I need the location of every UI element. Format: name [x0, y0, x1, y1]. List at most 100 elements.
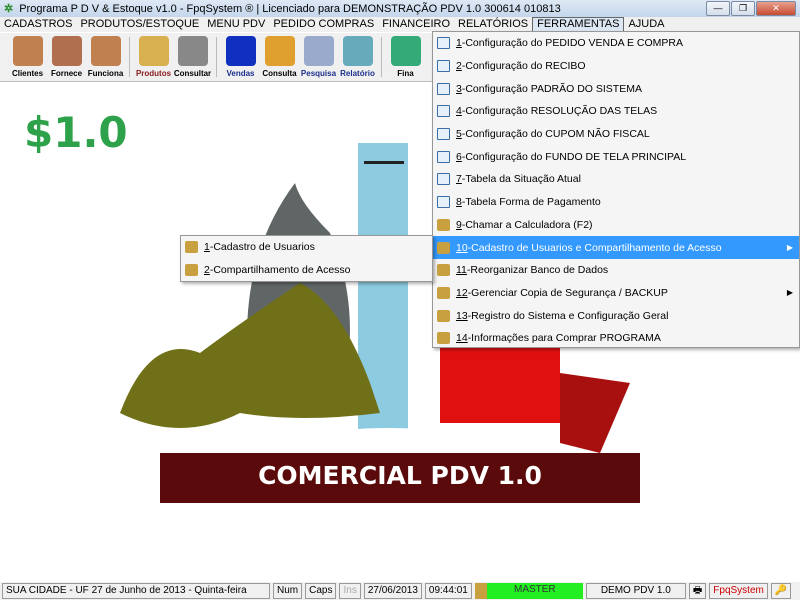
- menu-item-icon: [437, 332, 450, 345]
- minimize-button[interactable]: —: [706, 1, 730, 16]
- menu-item-icon: [437, 105, 450, 118]
- supplier-icon: [51, 36, 82, 66]
- menu-pedidocompras[interactable]: PEDIDO COMPRAS: [269, 17, 378, 32]
- toolbar-clientes-button[interactable]: Clientes: [8, 33, 47, 81]
- logo-caption: COMERCIAL PDV 1.0: [258, 461, 542, 490]
- ferramentas-menu: 1 -Configuração do PEDIDO VENDA E COMPRA 2…: [432, 31, 800, 348]
- menu-item-icon: [437, 196, 450, 209]
- toolbar-consultar-button[interactable]: Consultar: [173, 33, 212, 81]
- toolbar-separator: [216, 37, 217, 77]
- toolbar-label: Clientes: [11, 69, 44, 78]
- status-date: 27/06/2013: [363, 583, 422, 599]
- menu-item-12[interactable]: 12 -Gerenciar Copia de Segurança / BACKUP…: [433, 282, 799, 305]
- toolbar-fornece-button[interactable]: Fornece: [47, 33, 86, 81]
- menu-item-8[interactable]: 8 -Tabela Forma de Pagamento: [433, 191, 799, 214]
- status-ins: Ins: [339, 583, 361, 599]
- employee-icon: [90, 36, 121, 66]
- printer-icon[interactable]: 🖶: [688, 583, 707, 599]
- status-num: Num: [273, 583, 303, 599]
- menu-relatrios[interactable]: RELATÓRIOS: [454, 17, 532, 32]
- printer-icon: [342, 36, 373, 66]
- window-title: Programa P D V & Estoque v1.0 - FpqSyste…: [19, 2, 561, 15]
- usuarios-submenu: 1 -Cadastro de Usuarios 2 -Compartilhamento…: [180, 235, 433, 282]
- menu-bar: CADASTROS PRODUTOS/ESTOQUE MENU PDV PEDIDO …: [0, 17, 800, 32]
- menu-item-14[interactable]: 14 -Informações para Comprar PROGRAMA: [433, 327, 799, 350]
- toolbar-label: Consultar: [173, 69, 212, 78]
- menu-menupdv[interactable]: MENU PDV: [203, 17, 269, 32]
- menu-item-icon: [437, 82, 450, 95]
- menu-item-label: -Gerenciar Copia de Segurança / BACKUP: [467, 286, 668, 299]
- price-logo-text: $1.0: [24, 108, 128, 157]
- menu-financeiro[interactable]: FINANCEIRO: [378, 17, 454, 32]
- search-icon: [303, 36, 334, 66]
- menu-ajuda[interactable]: AJUDA: [624, 17, 668, 32]
- toolbar-consulta-button[interactable]: Consulta: [260, 33, 299, 81]
- menu-item-icon: [437, 60, 450, 73]
- menu-item-label: -Informações para Comprar PROGRAMA: [467, 332, 661, 345]
- key-icon: 🔑: [770, 583, 792, 599]
- toolbar-produtos-button[interactable]: Produtos: [134, 33, 173, 81]
- menu-produtosestoque[interactable]: PRODUTOS/ESTOQUE: [76, 17, 203, 32]
- menu-item-label: -Compartilhamento de Acesso: [209, 264, 351, 277]
- status-caps: Caps: [305, 583, 337, 599]
- status-demo: DEMO PDV 1.0: [585, 583, 686, 599]
- menu-item-2[interactable]: 2 -Compartilhamento de Acesso: [181, 259, 432, 282]
- pdv-icon: [225, 36, 256, 66]
- menu-item-1[interactable]: 1 -Configuração do PEDIDO VENDA E COMPRA: [433, 32, 799, 55]
- menu-item-label: -Tabela da Situação Atual: [461, 173, 581, 186]
- menu-item-2[interactable]: 2 -Configuração do RECIBO: [433, 55, 799, 78]
- menu-item-11[interactable]: 11 -Reorganizar Banco de Dados: [433, 259, 799, 282]
- toolbar-pesquisa-button[interactable]: Pesquisa: [299, 33, 338, 81]
- menu-item-label: -Reorganizar Banco de Dados: [466, 264, 609, 277]
- menu-item-icon: [437, 286, 450, 299]
- maximize-button[interactable]: ❐: [731, 1, 755, 16]
- toolbar-vendas-button[interactable]: Vendas: [221, 33, 260, 81]
- toolbar-label: Pesquisa: [300, 69, 337, 78]
- menu-cadastros[interactable]: CADASTROS: [0, 17, 76, 32]
- menu-item-key: 13: [456, 309, 468, 322]
- status-bar: SUA CIDADE - UF 27 de Junho de 2013 - Qu…: [0, 582, 800, 600]
- menu-item-icon: [437, 37, 450, 50]
- menu-item-label: -Cadastro de Usuarios e Compartilhamento…: [467, 241, 722, 254]
- barcode-icon: [177, 36, 208, 66]
- menu-item-7[interactable]: 7 -Tabela da Situação Atual: [433, 168, 799, 191]
- toolbar-relatório-button[interactable]: Relatório: [338, 33, 377, 81]
- toolbar-label: Fornece: [50, 69, 83, 78]
- title-bar: ✲ Programa P D V & Estoque v1.0 - FpqSys…: [0, 0, 800, 17]
- menu-item-3[interactable]: 3 -Configuração PADRÃO DO SISTEMA: [433, 77, 799, 100]
- submenu-arrow-icon: ▶: [786, 288, 793, 298]
- menu-item-1[interactable]: 1 -Cadastro de Usuarios: [181, 236, 432, 259]
- menu-ferramentas[interactable]: FERRAMENTAS: [532, 17, 625, 32]
- user-icon: [474, 583, 487, 599]
- close-button[interactable]: ✕: [756, 1, 796, 16]
- app-icon: ✲: [4, 3, 14, 15]
- menu-item-key: 10: [456, 241, 468, 254]
- menu-item-label: -Configuração do CUPOM NÃO FISCAL: [461, 128, 650, 141]
- menu-item-10[interactable]: 10 -Cadastro de Usuarios e Compartilhamen…: [433, 236, 799, 259]
- menu-item-4[interactable]: 4 -Configuração RESOLUÇÃO DAS TELAS: [433, 100, 799, 123]
- drawer-icon: [264, 36, 295, 66]
- status-time: 09:44:01: [424, 583, 472, 599]
- menu-item-9[interactable]: 9 -Chamar a Calculadora (F2): [433, 214, 799, 237]
- menu-item-13[interactable]: 13 -Registro do Sistema e Configuração Ge…: [433, 304, 799, 327]
- toolbar-funciona-button[interactable]: Funciona: [86, 33, 125, 81]
- menu-item-5[interactable]: 5 -Configuração do CUPOM NÃO FISCAL: [433, 123, 799, 146]
- menu-item-label: -Configuração PADRÃO DO SISTEMA: [461, 82, 642, 95]
- menu-item-label: -Configuração do PEDIDO VENDA E COMPRA: [461, 37, 684, 50]
- menu-item-label: -Configuração do RECIBO: [461, 60, 586, 73]
- toolbar-fina-button[interactable]: Fina: [386, 33, 425, 81]
- menu-item-key: 12: [456, 286, 468, 299]
- status-user: MASTER: [486, 583, 583, 599]
- menu-item-icon: [185, 264, 198, 277]
- menu-item-icon: [437, 173, 450, 186]
- menu-item-icon: [437, 128, 450, 141]
- toolbar-separator: [129, 37, 130, 77]
- menu-item-icon: [185, 241, 198, 254]
- menu-item-6[interactable]: 6 -Configuração do FUNDO DE TELA PRINCIPA…: [433, 145, 799, 168]
- menu-item-icon: [437, 241, 450, 254]
- toolbar-label: Fina: [397, 69, 414, 78]
- toolbar-label: Relatório: [340, 69, 375, 78]
- menu-item-label: -Cadastro de Usuarios: [209, 241, 315, 254]
- toolbar-separator: [381, 37, 382, 77]
- menu-item-label: -Tabela Forma de Pagamento: [461, 196, 601, 209]
